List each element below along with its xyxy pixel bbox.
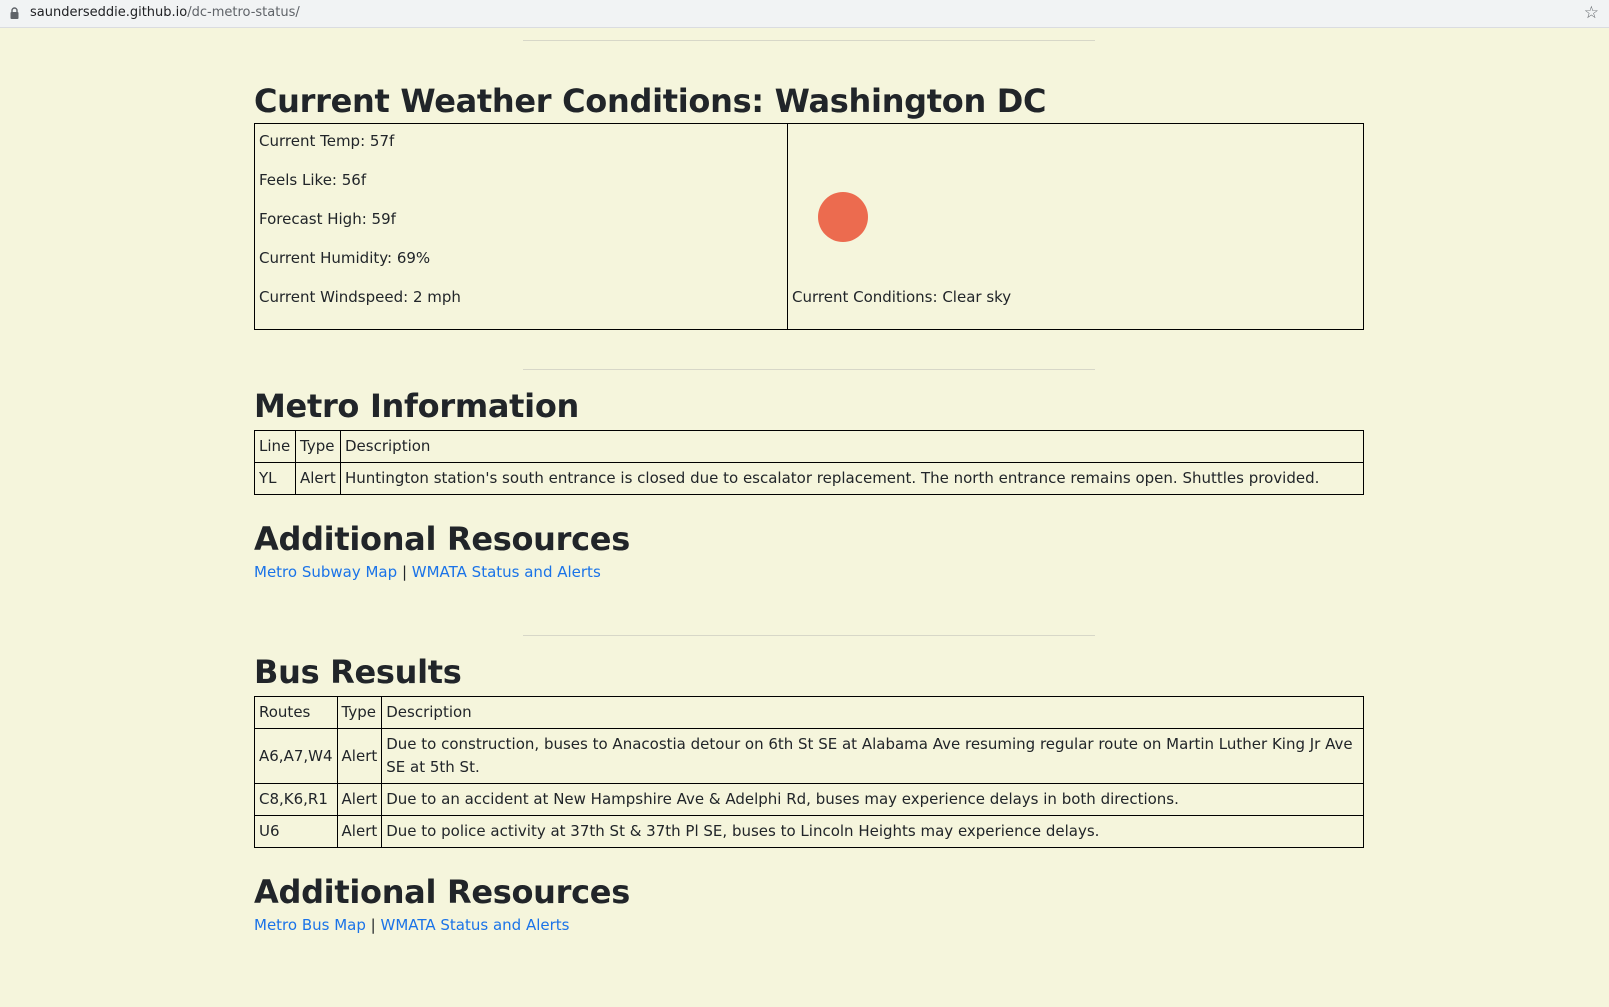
- feels-like: Feels Like: 56f: [259, 171, 367, 189]
- type-cell: Alert: [295, 462, 341, 495]
- description-cell: Due to construction, buses to Anacostia …: [381, 728, 1364, 784]
- link-separator: |: [370, 916, 376, 934]
- routes-cell: A6,A7,W4: [254, 728, 338, 784]
- link-separator: |: [401, 563, 407, 581]
- forecast-high: Forecast High: 59f: [259, 210, 396, 228]
- weather-conditions-cell: Current Conditions: Clear sky: [787, 123, 1364, 330]
- metro-bus-map-link[interactable]: Metro Bus Map: [254, 916, 366, 934]
- column-header: Line: [254, 430, 296, 463]
- column-header: Type: [295, 430, 341, 463]
- description-cell: Huntington station's south entrance is c…: [340, 462, 1364, 495]
- routes-cell: U6: [254, 815, 338, 848]
- column-header: Type: [336, 696, 383, 729]
- column-header: Description: [340, 430, 1364, 463]
- table-header-row: Line Type Description: [254, 430, 1364, 463]
- routes-cell: C8,K6,R1: [254, 783, 338, 816]
- url-host: saunderseddie.github.io: [30, 5, 188, 20]
- metro-table: Line Type Description YL Alert Huntingto…: [254, 430, 1364, 495]
- type-cell: Alert: [336, 815, 383, 848]
- page-content: Current Weather Conditions: Washington D…: [254, 28, 1364, 934]
- current-windspeed: Current Windspeed: 2 mph: [259, 288, 461, 306]
- weather-heading: Current Weather Conditions: Washington D…: [254, 82, 1047, 120]
- description-cell: Due to police activity at 37th St & 37th…: [381, 815, 1364, 848]
- current-temp: Current Temp: 57f: [259, 132, 395, 150]
- sun-icon: [818, 192, 868, 242]
- metro-heading: Metro Information: [254, 387, 579, 425]
- table-row: C8,K6,R1 Alert Due to an accident at New…: [254, 783, 1364, 816]
- bookmark-star-icon[interactable]: ☆: [1584, 3, 1599, 23]
- type-cell: Alert: [336, 728, 383, 784]
- wmata-status-link[interactable]: WMATA Status and Alerts: [381, 916, 570, 934]
- metro-resources-links: Metro Subway Map | WMATA Status and Aler…: [254, 563, 1364, 581]
- table-row: A6,A7,W4 Alert Due to construction, buse…: [254, 728, 1364, 784]
- bus-resources-heading: Additional Resources: [254, 873, 630, 911]
- column-header: Routes: [254, 696, 338, 729]
- url-path: /dc-metro-status/: [187, 5, 300, 20]
- divider: [523, 635, 1095, 636]
- weather-details-cell: Current Temp: 57f Feels Like: 56f Foreca…: [254, 123, 788, 330]
- bus-resources-links: Metro Bus Map | WMATA Status and Alerts: [254, 916, 1364, 934]
- url-text[interactable]: saunderseddie.github.io/dc-metro-status/: [30, 5, 300, 20]
- bus-table: Routes Type Description A6,A7,W4 Alert D…: [254, 696, 1364, 848]
- current-conditions: Current Conditions: Clear sky: [792, 288, 1012, 306]
- divider: [523, 40, 1095, 41]
- metro-subway-map-link[interactable]: Metro Subway Map: [254, 563, 397, 581]
- bus-heading: Bus Results: [254, 653, 462, 691]
- browser-address-bar[interactable]: saunderseddie.github.io/dc-metro-status/…: [0, 0, 1609, 28]
- lock-icon[interactable]: [10, 7, 19, 19]
- type-cell: Alert: [336, 783, 383, 816]
- column-header: Description: [381, 696, 1364, 729]
- table-row: U6 Alert Due to police activity at 37th …: [254, 815, 1364, 848]
- table-header-row: Routes Type Description: [254, 696, 1364, 729]
- table-row: YL Alert Huntington station's south entr…: [254, 462, 1364, 495]
- divider: [523, 369, 1095, 370]
- current-humidity: Current Humidity: 69%: [259, 249, 431, 267]
- description-cell: Due to an accident at New Hampshire Ave …: [381, 783, 1364, 816]
- wmata-status-link[interactable]: WMATA Status and Alerts: [412, 563, 601, 581]
- weather-table: Current Temp: 57f Feels Like: 56f Foreca…: [254, 123, 1364, 330]
- metro-resources-heading: Additional Resources: [254, 520, 630, 558]
- line-cell: YL: [254, 462, 296, 495]
